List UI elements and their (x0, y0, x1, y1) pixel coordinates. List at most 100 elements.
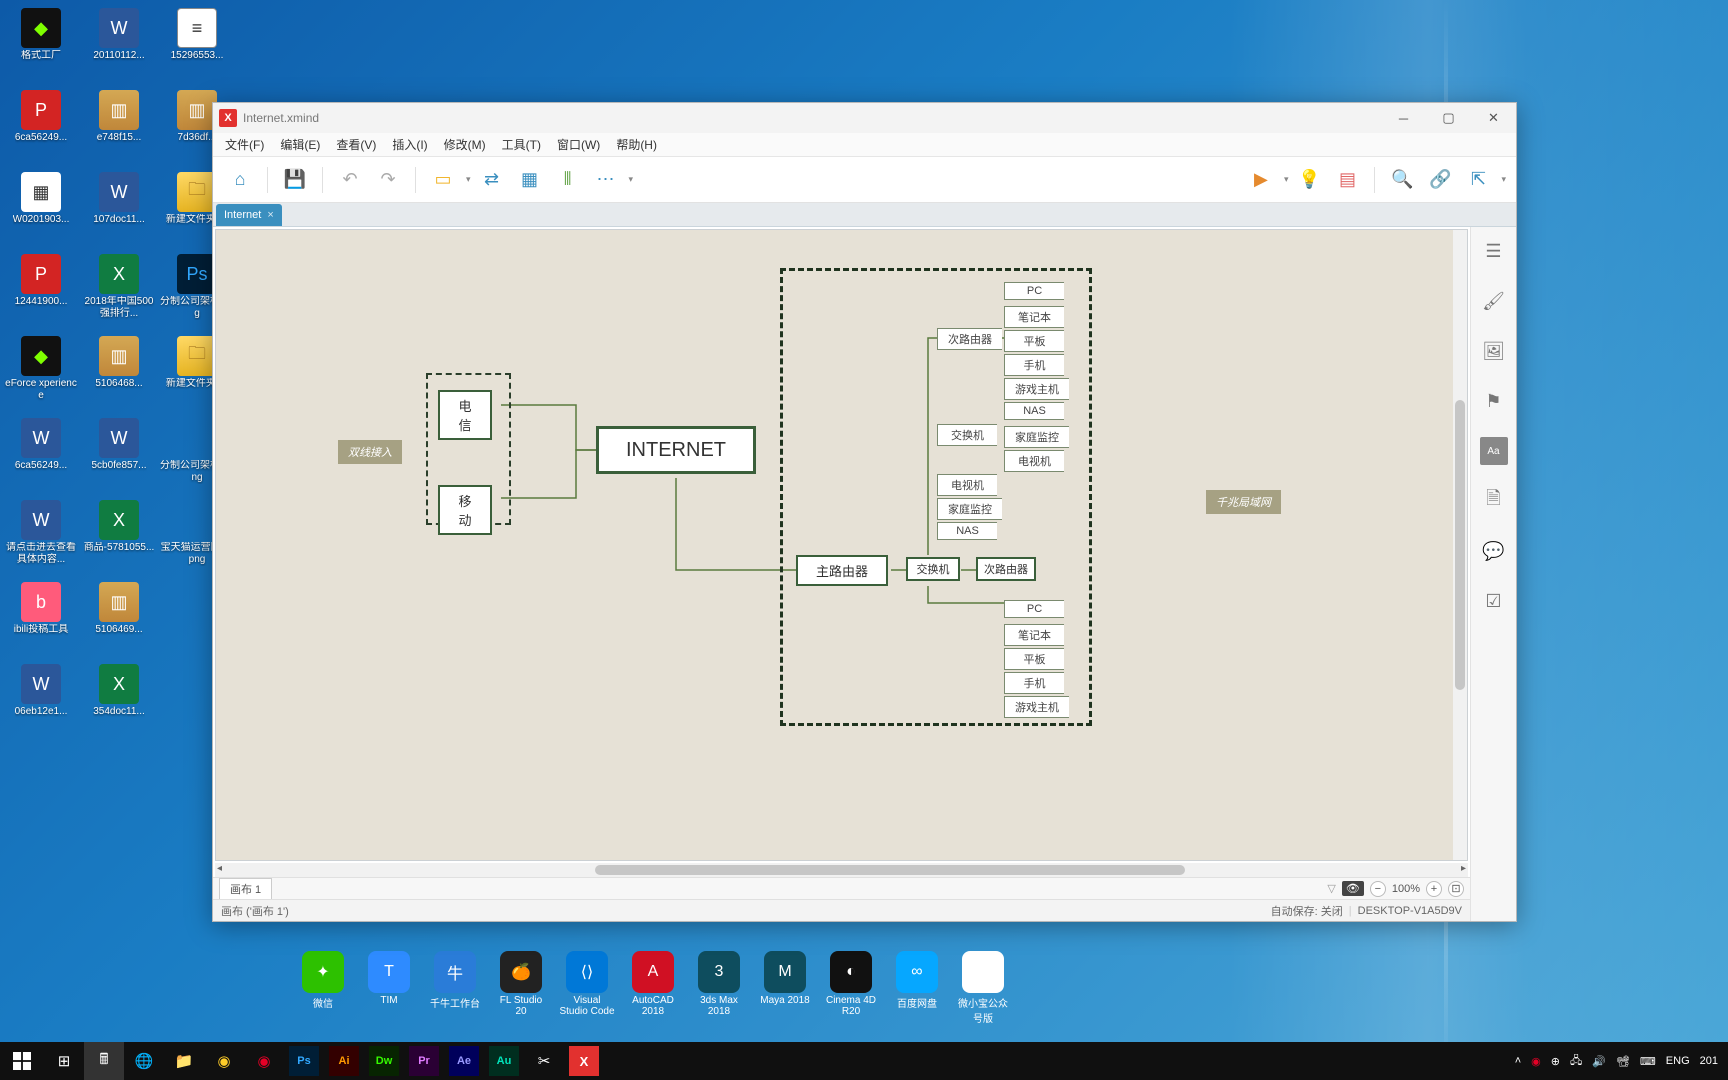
tray-ime-icon[interactable]: ⌨ (1640, 1055, 1656, 1068)
chevron-down-icon[interactable]: ▾ (1501, 174, 1506, 185)
topic-icon[interactable]: ▭ (426, 163, 460, 197)
node-sub-router-a[interactable]: 次路由器 (937, 328, 1002, 350)
home-icon[interactable]: ⌂ (223, 163, 257, 197)
tray-volume-icon[interactable]: 🔊 (1592, 1055, 1606, 1068)
notes-icon[interactable]: Aa (1480, 437, 1508, 465)
mindmap-leaf[interactable]: 家庭监控 (937, 498, 1002, 520)
desktop-app[interactable]: ⟨⟩Visual Studio Code (559, 951, 615, 1027)
node-isp2[interactable]: 移动 (438, 485, 492, 535)
minimize-button[interactable]: ─ (1381, 103, 1426, 133)
desktop-app[interactable]: ∞百度网盘 (889, 951, 945, 1027)
outline-icon[interactable]: ☰ (1480, 237, 1508, 265)
close-button[interactable]: ✕ (1471, 103, 1516, 133)
desktop-icon[interactable]: W6ca56249... (4, 414, 78, 492)
desktop-icon[interactable]: ≡15296553... (160, 4, 234, 82)
mindmap-leaf[interactable]: PC (1004, 282, 1064, 300)
maximize-button[interactable]: ▢ (1426, 103, 1471, 133)
menu-item[interactable]: 插入(I) (384, 134, 435, 155)
task-view-icon[interactable]: ⊞ (44, 1042, 84, 1080)
desktop-icon[interactable]: ▥e748f15... (82, 86, 156, 164)
aftereffects-icon[interactable]: Ae (449, 1046, 479, 1076)
gantt-icon[interactable]: ▤ (1330, 163, 1364, 197)
desktop-app[interactable]: 牛千牛工作台 (427, 951, 483, 1027)
mindmap-leaf[interactable]: 平板 (1004, 648, 1064, 670)
export-icon[interactable]: ⇱ (1461, 163, 1495, 197)
mindmap-leaf[interactable]: 手机 (1004, 354, 1064, 376)
more-icon[interactable]: ⋯ (589, 163, 623, 197)
desktop-icon[interactable]: W06eb12e1... (4, 660, 78, 738)
illustrator-icon[interactable]: Ai (329, 1046, 359, 1076)
start-button[interactable] (0, 1042, 44, 1080)
chrome-icon[interactable]: 🌐 (124, 1042, 164, 1080)
zoom-in-button[interactable]: + (1426, 881, 1442, 897)
attachments-icon[interactable]: 🗎 (1480, 487, 1508, 515)
menu-item[interactable]: 窗口(W) (549, 134, 608, 155)
menu-item[interactable]: 帮助(H) (608, 134, 665, 155)
calculator-icon[interactable]: 🖩 (84, 1042, 124, 1080)
tray-clock[interactable]: 201 (1700, 1055, 1718, 1067)
desktop-icon[interactable]: X商品-5781055... (82, 496, 156, 574)
search-icon[interactable]: 🔍 (1385, 163, 1419, 197)
presentation-icon[interactable]: ▶ (1244, 163, 1278, 197)
desktop-app[interactable]: 33ds Max 2018 (691, 951, 747, 1027)
tray-video-icon[interactable]: 📽 (1616, 1055, 1630, 1068)
mindmap-leaf[interactable]: 电视机 (937, 474, 997, 496)
node-sub-router-b[interactable]: 次路由器 (976, 557, 1036, 581)
relationship-icon[interactable]: ⇄ (475, 163, 509, 197)
desktop-icon[interactable]: ◆eForce xperience (4, 332, 78, 410)
explorer-icon[interactable]: 📁 (164, 1042, 204, 1080)
eye-icon[interactable]: 👁 (1342, 881, 1364, 896)
mindmap-leaf[interactable]: NAS (937, 522, 997, 540)
chevron-down-icon[interactable]: ▾ (1284, 174, 1289, 185)
summary-icon[interactable]: ⦀ (551, 163, 585, 197)
filter-icon[interactable]: ▽ (1327, 882, 1335, 895)
node-switch-a[interactable]: 交换机 (937, 424, 997, 446)
desktop-icon[interactable]: bibili投稿工具 (4, 578, 78, 656)
desktop-icon[interactable]: X2018年中国500强排行... (82, 250, 156, 328)
desktop-icon[interactable]: ▥5106468... (82, 332, 156, 410)
format-icon[interactable]: 🖌 (1480, 287, 1508, 315)
desktop-app[interactable]: ✦微信 (295, 951, 351, 1027)
node-internet[interactable]: INTERNET (596, 426, 756, 474)
mindmap-leaf[interactable]: 笔记本 (1004, 624, 1064, 646)
mindmap-leaf[interactable]: 笔记本 (1004, 306, 1064, 328)
title-bar[interactable]: X Internet.xmind ─ ▢ ✕ (213, 103, 1516, 133)
menu-item[interactable]: 查看(V) (328, 134, 384, 155)
menu-item[interactable]: 修改(M) (436, 134, 494, 155)
mindmap-leaf[interactable]: 游戏主机 (1004, 378, 1069, 400)
desktop-app[interactable]: TTIM (361, 951, 417, 1027)
desktop-app[interactable]: ☺微小宝公众号版 (955, 951, 1011, 1027)
dreamweaver-icon[interactable]: Dw (369, 1046, 399, 1076)
netease-icon[interactable]: ◉ (244, 1042, 284, 1080)
marker-icon[interactable]: ⚑ (1480, 387, 1508, 415)
xmind-taskbar-icon[interactable]: X (569, 1046, 599, 1076)
close-tab-icon[interactable]: × (267, 209, 273, 221)
menu-item[interactable]: 工具(T) (494, 134, 549, 155)
desktop-icon[interactable]: W107doc11... (82, 168, 156, 246)
chevron-down-icon[interactable]: ▾ (629, 174, 634, 185)
tray-up-icon[interactable]: ˄ (1515, 1055, 1521, 1067)
desktop-icon[interactable]: ▥5106469... (82, 578, 156, 656)
save-icon[interactable]: 💾 (278, 163, 312, 197)
desktop-app[interactable]: 🍊FL Studio 20 (493, 951, 549, 1027)
mindmap-leaf[interactable]: NAS (1004, 402, 1064, 420)
share-icon[interactable]: 🔗 (1423, 163, 1457, 197)
tray-security-icon[interactable]: ⊕ (1551, 1055, 1560, 1068)
photoshop-icon[interactable]: Ps (289, 1046, 319, 1076)
undo-icon[interactable]: ↶ (333, 163, 367, 197)
node-main-router[interactable]: 主路由器 (796, 555, 888, 586)
horizontal-scrollbar[interactable]: ◂ ▸ (215, 863, 1468, 877)
task-icon[interactable]: ☑ (1480, 587, 1508, 615)
desktop-icon[interactable]: ▦W0201903... (4, 168, 78, 246)
premiere-icon[interactable]: Pr (409, 1046, 439, 1076)
chevron-down-icon[interactable]: ▾ (466, 174, 471, 185)
desktop-icon[interactable]: W请点击进去查看具体内容... (4, 496, 78, 574)
mindmap-leaf[interactable]: 平板 (1004, 330, 1064, 352)
boundary-icon[interactable]: ▦ (513, 163, 547, 197)
desktop-icon[interactable]: X354doc11... (82, 660, 156, 738)
desktop-icon[interactable]: ◆格式工厂 (4, 4, 78, 82)
desktop-icon[interactable]: W5cb0fe857... (82, 414, 156, 492)
desktop-app[interactable]: AAutoCAD 2018 (625, 951, 681, 1027)
desktop-icon[interactable]: W20110112... (82, 4, 156, 82)
desktop-icon[interactable]: P12441900... (4, 250, 78, 328)
